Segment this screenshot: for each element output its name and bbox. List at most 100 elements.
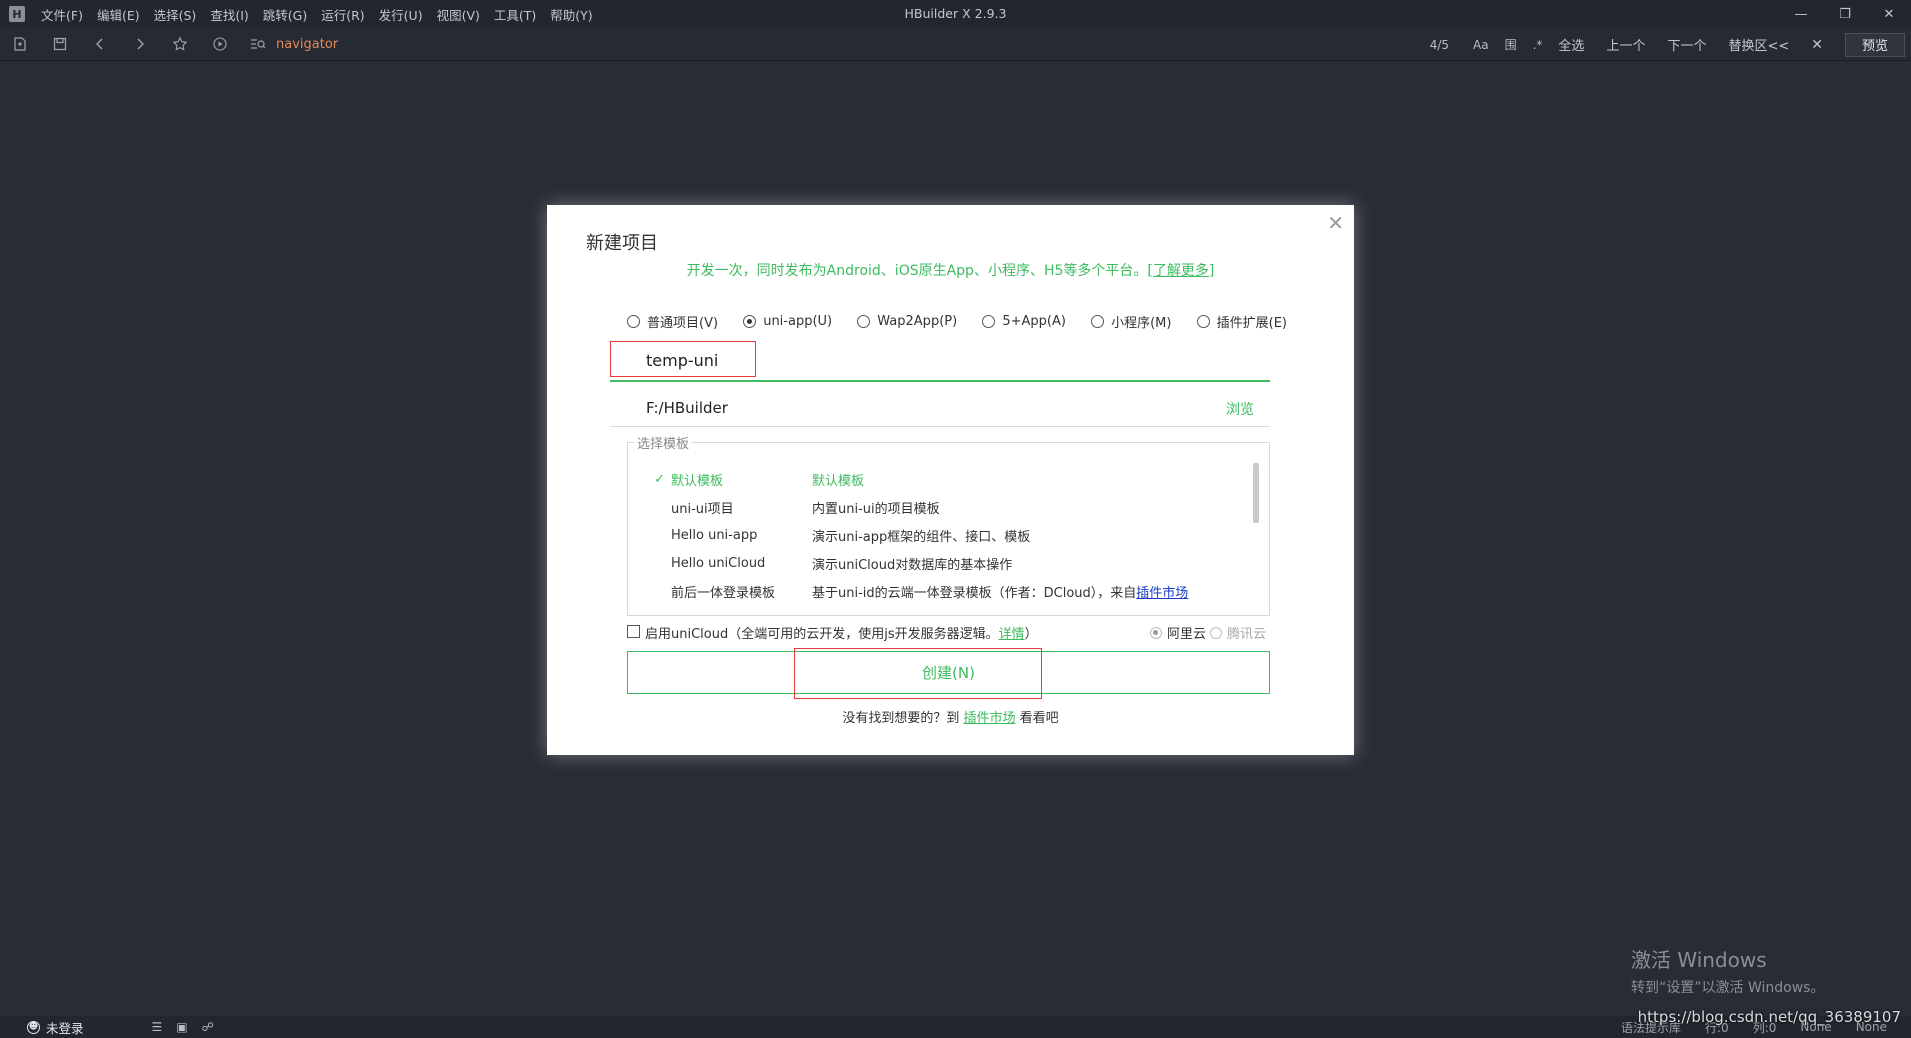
watermark-title: 激活 Windows bbox=[1631, 948, 1767, 972]
project-type-label: Wap2App(P) bbox=[877, 314, 958, 329]
menu-edit[interactable]: 编辑(E) bbox=[97, 5, 140, 24]
toolbar: navigator 4/5 Aa 围 .* 全选 上一个 下一个 替换区<< ✕… bbox=[0, 28, 1911, 61]
radio-miniprogram[interactable] bbox=[1091, 315, 1105, 328]
find-match-count[interactable]: 4/5 bbox=[1430, 38, 1449, 52]
select-all-button[interactable]: 全选 bbox=[1558, 35, 1584, 54]
template-desc: 基于uni-id的云端一体登录模板（作者：DCloud），来自插件市场 bbox=[812, 582, 1248, 601]
window-controls: — ❐ ✕ bbox=[1779, 0, 1911, 28]
radio-wap2app[interactable] bbox=[857, 315, 871, 328]
activation-watermark: 激活 Windows 转到“设置”以激活 Windows。 bbox=[1631, 944, 1824, 997]
template-scrollbar[interactable] bbox=[1253, 463, 1259, 523]
radio-uniapp[interactable] bbox=[743, 315, 757, 328]
login-label: 未登录 bbox=[46, 1020, 84, 1036]
radio-plugin[interactable] bbox=[1196, 315, 1210, 328]
list-item[interactable]: Hello uniCloud 演示uniCloud对数据库的基本操作 bbox=[628, 549, 1248, 577]
minimize-icon[interactable]: — bbox=[1779, 0, 1823, 28]
project-type-5plusapp[interactable]: 5+App(A) bbox=[982, 312, 1066, 331]
project-path-input[interactable] bbox=[610, 391, 1170, 425]
template-list: ✓ 默认模板 默认模板 uni-ui项目 内置uni-ui的项目模板 Hello… bbox=[628, 465, 1248, 605]
list-item[interactable]: uni-ui项目 内置uni-ui的项目模板 bbox=[628, 493, 1248, 521]
find-next-button[interactable]: 下一个 bbox=[1667, 35, 1706, 54]
project-type-label: 插件扩展(E) bbox=[1216, 316, 1287, 331]
template-name: 默认模板 bbox=[671, 473, 724, 489]
menu-file[interactable]: 文件(F) bbox=[41, 5, 83, 24]
browse-button[interactable]: 浏览 bbox=[1226, 399, 1254, 419]
project-type-group: 普通项目(V) uni-app(U) Wap2App(P) 5+App(A) 小… bbox=[627, 312, 1287, 331]
template-legend: 选择模板 bbox=[634, 433, 693, 452]
radio-tencent[interactable] bbox=[1210, 626, 1222, 639]
check-icon: ✓ bbox=[654, 471, 665, 487]
run-icon[interactable] bbox=[200, 28, 240, 61]
dialog-close-icon[interactable]: ✕ bbox=[1327, 211, 1344, 235]
menu-help[interactable]: 帮助(Y) bbox=[550, 5, 592, 24]
new-file-icon[interactable] bbox=[0, 28, 40, 61]
unicloud-detail-link[interactable]: 详情 bbox=[999, 627, 1025, 642]
project-path-row: 浏览 bbox=[610, 391, 1270, 427]
whole-word-icon[interactable]: 围 bbox=[1505, 36, 1517, 53]
match-case-icon[interactable]: Aa bbox=[1473, 38, 1489, 52]
template-desc: 演示uniCloud对数据库的基本操作 bbox=[812, 557, 1013, 573]
back-icon[interactable] bbox=[80, 28, 120, 61]
list-item[interactable]: Hello uni-app 演示uni-app框架的组件、接口、模板 bbox=[628, 521, 1248, 549]
regex-icon[interactable]: .* bbox=[1533, 38, 1543, 52]
plugin-market-link[interactable]: 插件市场 bbox=[1136, 586, 1188, 601]
list-icon[interactable]: ☰ bbox=[152, 1020, 163, 1034]
preview-button[interactable]: 预览 bbox=[1845, 32, 1905, 57]
restore-icon[interactable]: ❐ bbox=[1823, 0, 1867, 28]
radio-normal[interactable] bbox=[627, 315, 640, 328]
star-icon[interactable] bbox=[160, 28, 200, 61]
project-type-wap2app[interactable]: Wap2App(P) bbox=[857, 312, 957, 331]
radio-5plusapp[interactable] bbox=[982, 315, 996, 328]
footer-prefix: 没有找到想要的？到 bbox=[842, 711, 964, 726]
app-window: H 文件(F) 编辑(E) 选择(S) 查找(I) 跳转(G) 运行(R) 发行… bbox=[0, 0, 1911, 1038]
globe-icon[interactable]: ☍ bbox=[202, 1020, 214, 1034]
provider-aliyun[interactable]: 阿里云 bbox=[1150, 623, 1206, 642]
menu-tools[interactable]: 工具(T) bbox=[494, 5, 536, 24]
menu-goto[interactable]: 跳转(G) bbox=[263, 5, 307, 24]
project-type-miniprogram[interactable]: 小程序(M) bbox=[1091, 312, 1171, 331]
find-prev-button[interactable]: 上一个 bbox=[1606, 35, 1645, 54]
close-find-icon[interactable]: ✕ bbox=[1811, 37, 1823, 53]
footer-suffix: 看看吧 bbox=[1015, 711, 1059, 726]
close-window-icon[interactable]: ✕ bbox=[1867, 0, 1911, 28]
create-button[interactable]: 创建(N) bbox=[627, 651, 1270, 694]
menu-run[interactable]: 运行(R) bbox=[321, 5, 364, 24]
unicloud-checkbox[interactable] bbox=[627, 625, 640, 638]
learn-more-link[interactable]: [了解更多] bbox=[1147, 263, 1214, 279]
terminal-icon[interactable]: ▣ bbox=[176, 1020, 187, 1034]
status-bar: ☻ 未登录 ☰ ▣ ☍ 语法提示库 行:0 列:0 None None bbox=[0, 1016, 1911, 1038]
project-type-label: uni-app(U) bbox=[763, 314, 833, 329]
project-type-label: 5+App(A) bbox=[1002, 314, 1066, 329]
project-type-label: 小程序(M) bbox=[1111, 316, 1172, 331]
menu-view[interactable]: 视图(V) bbox=[437, 5, 480, 24]
template-selector: 选择模板 ✓ 默认模板 默认模板 uni-ui项目 内置uni-ui的项目模板 … bbox=[627, 433, 1270, 616]
hbuilder-logo-icon[interactable]: H bbox=[9, 6, 25, 22]
radio-aliyun[interactable] bbox=[1150, 626, 1162, 639]
navigator-search-icon[interactable] bbox=[244, 28, 272, 61]
menu-publish[interactable]: 发行(U) bbox=[379, 5, 423, 24]
project-type-normal[interactable]: 普通项目(V) bbox=[627, 312, 718, 331]
unicloud-row: 启用uniCloud（全端可用的云开发，使用js开发服务器逻辑。详情） 阿里云 … bbox=[627, 622, 1287, 642]
unicloud-close-paren: ） bbox=[1024, 627, 1038, 642]
list-item[interactable]: ✓ 默认模板 默认模板 bbox=[628, 465, 1248, 493]
dialog-subtitle: 开发一次，同时发布为Android、iOS原生App、小程序、H5等多个平台。[… bbox=[547, 260, 1354, 280]
template-desc: 默认模板 bbox=[812, 473, 865, 489]
project-type-plugin[interactable]: 插件扩展(E) bbox=[1196, 312, 1287, 331]
forward-icon[interactable] bbox=[120, 28, 160, 61]
list-item[interactable]: 前后一体登录模板 基于uni-id的云端一体登录模板（作者：DCloud），来自… bbox=[628, 577, 1248, 605]
footer-plugin-market-link[interactable]: 插件市场 bbox=[963, 711, 1015, 726]
menu-select[interactable]: 选择(S) bbox=[154, 5, 197, 24]
save-icon[interactable] bbox=[40, 28, 80, 61]
menu-bar: 文件(F) 编辑(E) 选择(S) 查找(I) 跳转(G) 运行(R) 发行(U… bbox=[41, 5, 607, 24]
menu-find[interactable]: 查找(I) bbox=[210, 5, 248, 24]
provider-tencent[interactable]: 腾讯云 bbox=[1210, 623, 1266, 642]
template-desc: 演示uni-app框架的组件、接口、模板 bbox=[812, 529, 1031, 545]
template-desc-text: 基于uni-id的云端一体登录模板（作者：DCloud），来自 bbox=[812, 585, 1137, 601]
template-desc: 内置uni-ui的项目模板 bbox=[812, 501, 940, 517]
new-project-dialog: ✕ 新建项目 开发一次，同时发布为Android、iOS原生App、小程序、H5… bbox=[547, 205, 1354, 755]
replace-toggle-button[interactable]: 替换区<< bbox=[1728, 35, 1789, 54]
navigator-label[interactable]: navigator bbox=[276, 37, 338, 52]
project-name-input[interactable] bbox=[610, 341, 1270, 382]
login-status[interactable]: ☻ 未登录 bbox=[27, 1018, 84, 1037]
project-type-uniapp[interactable]: uni-app(U) bbox=[743, 312, 832, 331]
